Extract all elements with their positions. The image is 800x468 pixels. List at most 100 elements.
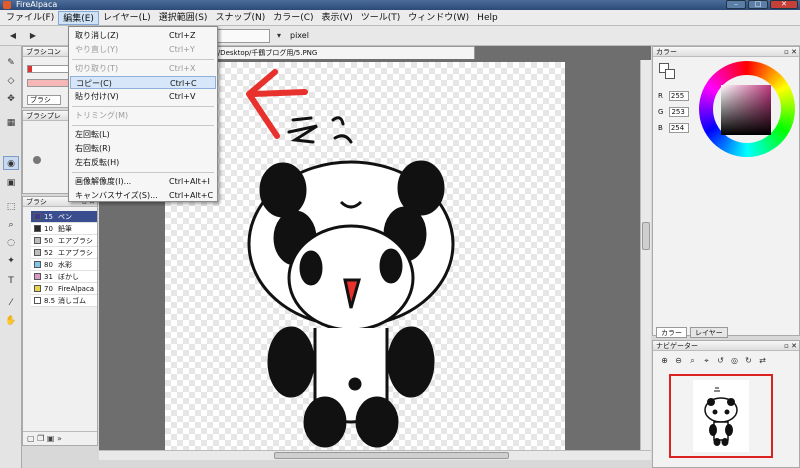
color-panel: カラー ▫ ✕ R 255 G 253 B 254 [652, 46, 800, 336]
rotate-right-icon[interactable]: ↻ [743, 355, 754, 366]
text-icon[interactable]: T [3, 274, 19, 288]
chevron-down-icon[interactable]: ▾ [272, 29, 286, 43]
background-color-swatch[interactable] [665, 69, 675, 79]
brush-size-field[interactable] [212, 29, 270, 43]
brush-name: 鉛筆 [58, 224, 72, 233]
canvas[interactable] [165, 62, 565, 450]
menu-tools[interactable]: ツール(T) [357, 11, 405, 25]
brush-list-item[interactable]: 8.5 消しゴム [31, 295, 97, 307]
zoom-icon[interactable]: ⌕ [3, 218, 19, 232]
tab-layer[interactable]: レイヤー [690, 327, 728, 338]
navigator-preview [693, 380, 749, 452]
brush-preview-dot [33, 156, 41, 164]
edit-menu-item[interactable]: 取り消し(Z) Ctrl+Z [70, 29, 216, 42]
menu-help[interactable]: Help [473, 11, 502, 25]
minimize-button[interactable]: – [726, 0, 746, 9]
menu-item-shortcut: Ctrl+X [169, 64, 196, 73]
menu-view[interactable]: 表示(V) [318, 11, 357, 25]
fill-icon[interactable]: ▦ [3, 116, 19, 130]
brush-list-item[interactable]: 52 エアブラシ [31, 247, 97, 259]
menu-window[interactable]: ウィンドウ(W) [404, 11, 473, 25]
hue-wheel[interactable] [699, 61, 795, 157]
brush-list-item[interactable]: 10 鉛筆 [31, 223, 97, 235]
blue-input[interactable]: 254 [668, 123, 689, 133]
vertical-scrollbar[interactable] [640, 60, 651, 450]
brush-list-item[interactable]: 31 ぼかし [31, 271, 97, 283]
brush-name: ぼかし [58, 272, 79, 281]
select-rect-icon[interactable]: ⬚ [3, 200, 19, 214]
edit-menu-item[interactable]: やり直し(Y) Ctrl+Y [70, 43, 216, 56]
brush-list-item[interactable]: 80 水彩 [31, 259, 97, 271]
zoom-in-icon[interactable]: ⊕ [659, 355, 670, 366]
brush-color-swatch [34, 273, 41, 280]
zoom-reset-icon[interactable]: ⌕ [687, 355, 698, 366]
edit-menu-item[interactable]: キャンバスサイズ(S)... Ctrl+Alt+C [70, 189, 216, 202]
menu-item-label: やり直し(Y) [75, 45, 119, 54]
close-button[interactable]: ✕ [770, 0, 798, 9]
rotate-left-icon[interactable]: ↺ [715, 355, 726, 366]
brush-size: 8.5 [44, 296, 56, 305]
arrow-right-icon[interactable]: ▶ [26, 29, 40, 43]
saturation-square[interactable] [721, 85, 771, 135]
menu-item-label: 右回転(R) [75, 144, 111, 153]
edit-menu-item[interactable]: 左回転(L) [70, 128, 216, 141]
brush-size: 15 [44, 212, 53, 221]
edit-menu-item[interactable]: トリミング(M) [70, 109, 216, 122]
horizontal-scrollbar[interactable] [99, 450, 651, 460]
maximize-button[interactable]: □ [748, 0, 768, 9]
menu-layer[interactable]: レイヤー(L) [99, 11, 155, 25]
eraser-icon[interactable]: ◇ [3, 74, 19, 88]
brush-name: 消しゴム [58, 296, 86, 305]
sketch-squiggle [287, 116, 353, 144]
menu-item-shortcut: Ctrl+Z [169, 31, 196, 40]
brush-color-swatch [34, 249, 41, 256]
red-arrow-annotation [246, 69, 308, 139]
menu-color[interactable]: カラー(C) [269, 11, 317, 25]
green-input[interactable]: 253 [669, 107, 690, 117]
brush-name: 水彩 [58, 260, 72, 269]
menu-snap[interactable]: スナップ(N) [211, 11, 269, 25]
pen-icon[interactable]: ✎ [3, 56, 19, 70]
red-input[interactable]: 255 [668, 91, 689, 101]
menu-edit[interactable]: 編集(E) [58, 10, 99, 25]
duplicate-brush-icon[interactable]: ❐ [37, 434, 44, 443]
blue-value-row: B 254 [658, 123, 689, 133]
more-icon[interactable]: » [57, 434, 62, 443]
document-tab[interactable]: vagi/Desktop/千鶴ブログ用/5.PNG [199, 46, 475, 59]
edit-menu-item[interactable]: 左右反転(H) [70, 156, 216, 169]
delete-brush-icon[interactable]: ▣ [47, 434, 55, 443]
app-icon [3, 1, 11, 9]
move-icon[interactable]: ✥ [3, 92, 19, 106]
edit-menu-item[interactable]: 貼り付け(V) Ctrl+V [70, 90, 216, 103]
brush-list-item[interactable]: 15 ペン [31, 211, 97, 223]
rotate-reset-icon[interactable]: ◎ [729, 355, 740, 366]
menu-file[interactable]: ファイル(F) [2, 11, 58, 25]
menu-separator [72, 172, 214, 173]
zoom-out-icon[interactable]: ⊖ [673, 355, 684, 366]
arrow-left-icon[interactable]: ◀ [6, 29, 20, 43]
magic-wand-icon[interactable]: ✦ [3, 254, 19, 268]
lasso-icon[interactable]: ◌ [3, 236, 19, 250]
brush-list-item[interactable]: 70 FireAlpaca [31, 283, 97, 295]
brush-list-item[interactable]: 50 エアブラシ [31, 235, 97, 247]
edit-menu-item[interactable]: コピー(C) Ctrl+C [70, 76, 216, 89]
flip-icon[interactable]: ⇄ [757, 355, 768, 366]
brush-size: 50 [44, 236, 53, 245]
zoom-fit-icon[interactable]: ⌖ [701, 355, 712, 366]
horizontal-scroll-thumb[interactable] [274, 452, 509, 459]
brush-shape-select[interactable]: ブラシ [27, 95, 61, 105]
add-brush-icon[interactable]: ▢ [27, 434, 35, 443]
tab-color[interactable]: カラー [656, 327, 687, 338]
brush-color-swatch [34, 297, 41, 304]
bucket-icon[interactable]: ◉ [3, 156, 19, 170]
gradient-icon[interactable]: ▣ [3, 176, 19, 190]
edit-menu-item[interactable]: 切り取り(T) Ctrl+X [70, 62, 216, 75]
vertical-scroll-thumb[interactable] [642, 222, 650, 250]
eyedropper-icon[interactable]: ⁄ [3, 296, 19, 310]
navigator-thumbnail[interactable] [669, 374, 773, 458]
edit-menu-item[interactable]: 画像解像度(I)... Ctrl+Alt+I [70, 175, 216, 188]
menu-item-shortcut: Ctrl+Alt+C [169, 191, 214, 200]
menu-selection[interactable]: 選択範囲(S) [155, 11, 212, 25]
hand-icon[interactable]: ✋ [3, 314, 19, 328]
edit-menu-item[interactable]: 右回転(R) [70, 142, 216, 155]
